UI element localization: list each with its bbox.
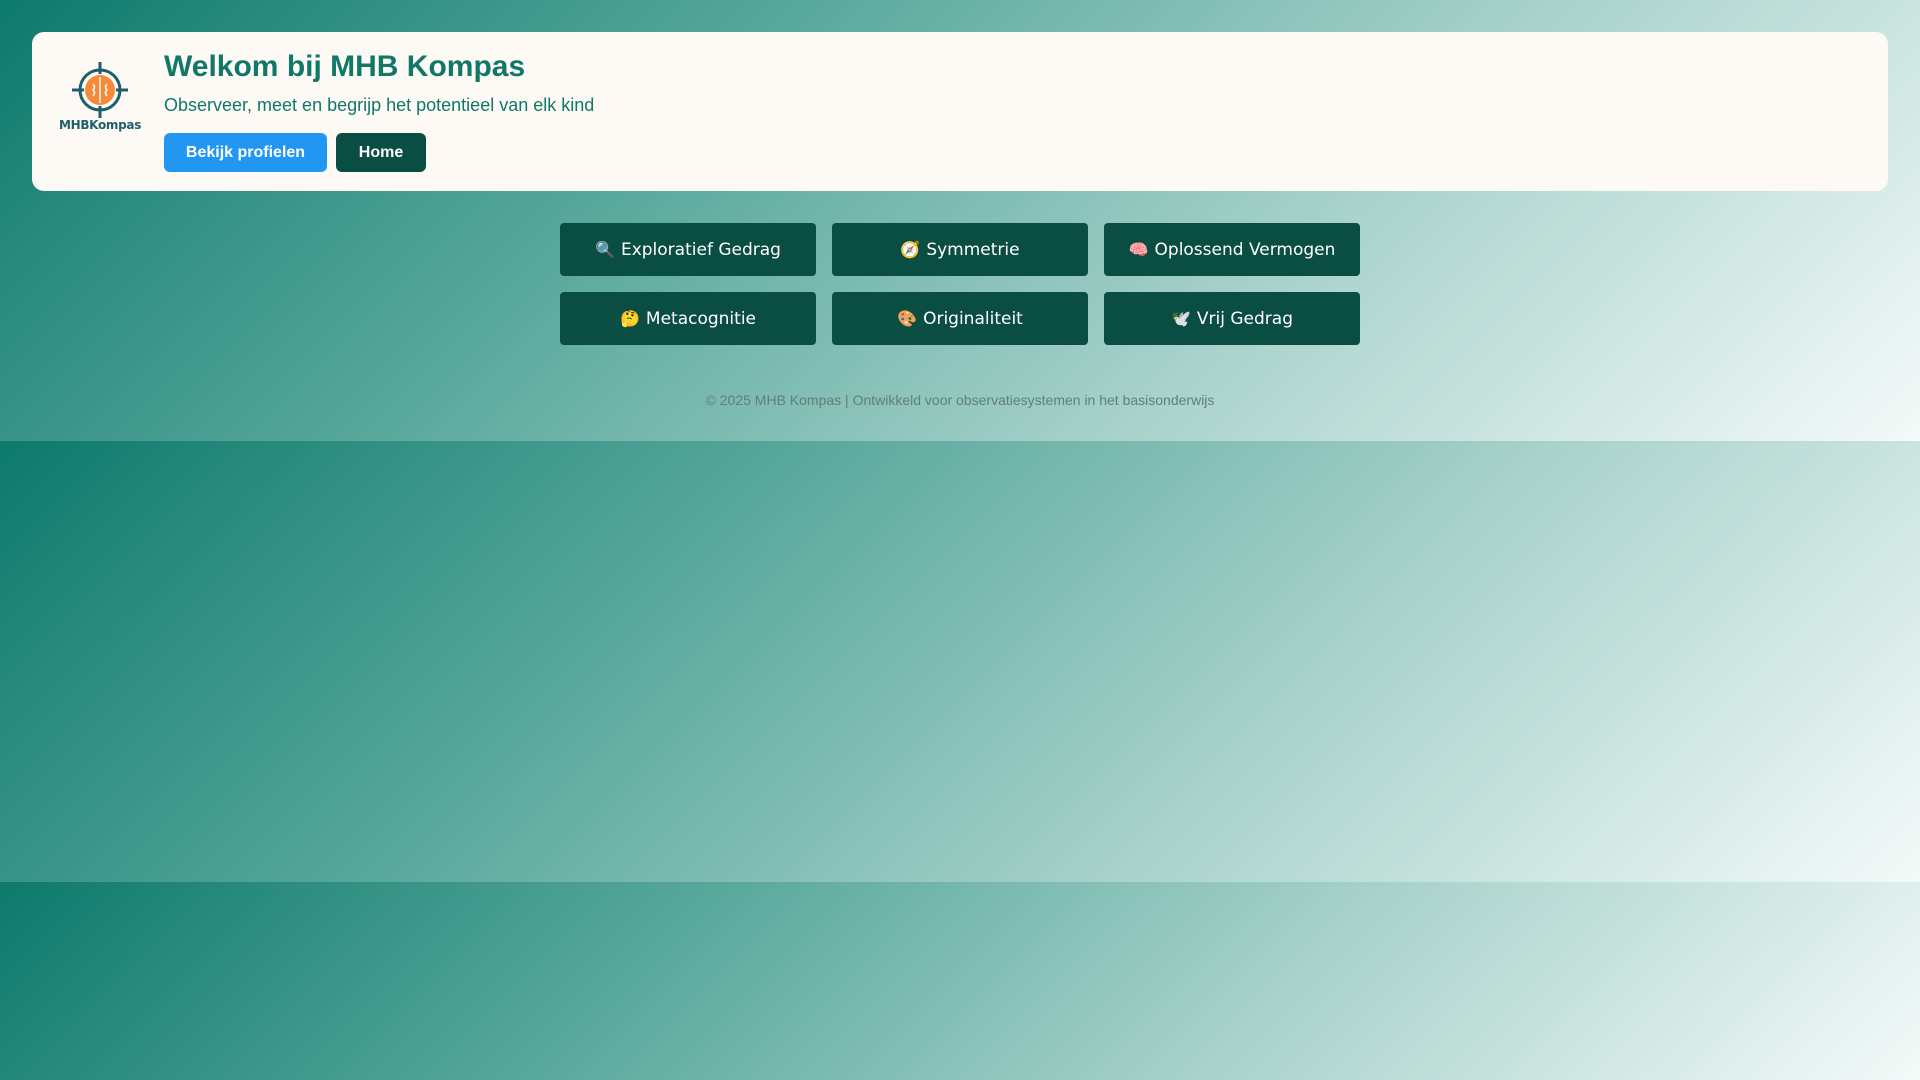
category-label: Originaliteit — [923, 308, 1023, 329]
home-button[interactable]: Home — [336, 133, 426, 172]
category-label: Exploratief Gedrag — [620, 239, 781, 260]
category-label: Vrij Gedrag — [1196, 308, 1293, 329]
page-subtitle: Observeer, meet en begrijp het potentiee… — [164, 95, 595, 115]
category-symmetrie-button[interactable]: 🧭 Symmetrie — [832, 223, 1088, 276]
view-profiles-button[interactable]: Bekijk profielen — [164, 133, 327, 172]
category-grid: 🔍 Exploratief Gedrag 🧭 Symmetrie 🧠 Oplos… — [560, 223, 1360, 345]
logo: MHBKompas — [58, 60, 142, 140]
category-label: Metacognitie — [645, 308, 756, 329]
compass-icon: 🧭 — [900, 240, 921, 259]
category-label: Symmetrie — [926, 239, 1020, 260]
category-exploratief-gedrag-button[interactable]: 🔍 Exploratief Gedrag — [560, 223, 816, 276]
category-label: Oplossend Vermogen — [1154, 239, 1336, 260]
category-metacognitie-button[interactable]: 🤔 Metacognitie — [560, 292, 816, 345]
page-title: Welkom bij MHB Kompas — [164, 50, 526, 83]
category-oplossend-vermogen-button[interactable]: 🧠 Oplossend Vermogen — [1104, 223, 1360, 276]
palette-icon: 🎨 — [897, 309, 918, 328]
footer-text: © 2025 MHB Kompas | Ontwikkeld voor obse… — [705, 392, 1215, 408]
background-band — [0, 441, 1920, 882]
header-card: MHBKompas Welkom bij MHB Kompas Observee… — [32, 32, 1888, 191]
category-originaliteit-button[interactable]: 🎨 Originaliteit — [832, 292, 1088, 345]
background-band — [0, 882, 1920, 1080]
compass-brain-icon — [72, 62, 128, 118]
magnifier-icon: 🔍 — [595, 240, 615, 259]
category-vrij-gedrag-button[interactable]: 🕊️ Vrij Gedrag — [1104, 292, 1360, 345]
brain-icon: 🧠 — [1128, 240, 1149, 259]
dove-icon: 🕊️ — [1170, 309, 1191, 328]
thinking-face-icon: 🤔 — [619, 309, 640, 328]
logo-text: MHBKompas — [58, 118, 142, 132]
